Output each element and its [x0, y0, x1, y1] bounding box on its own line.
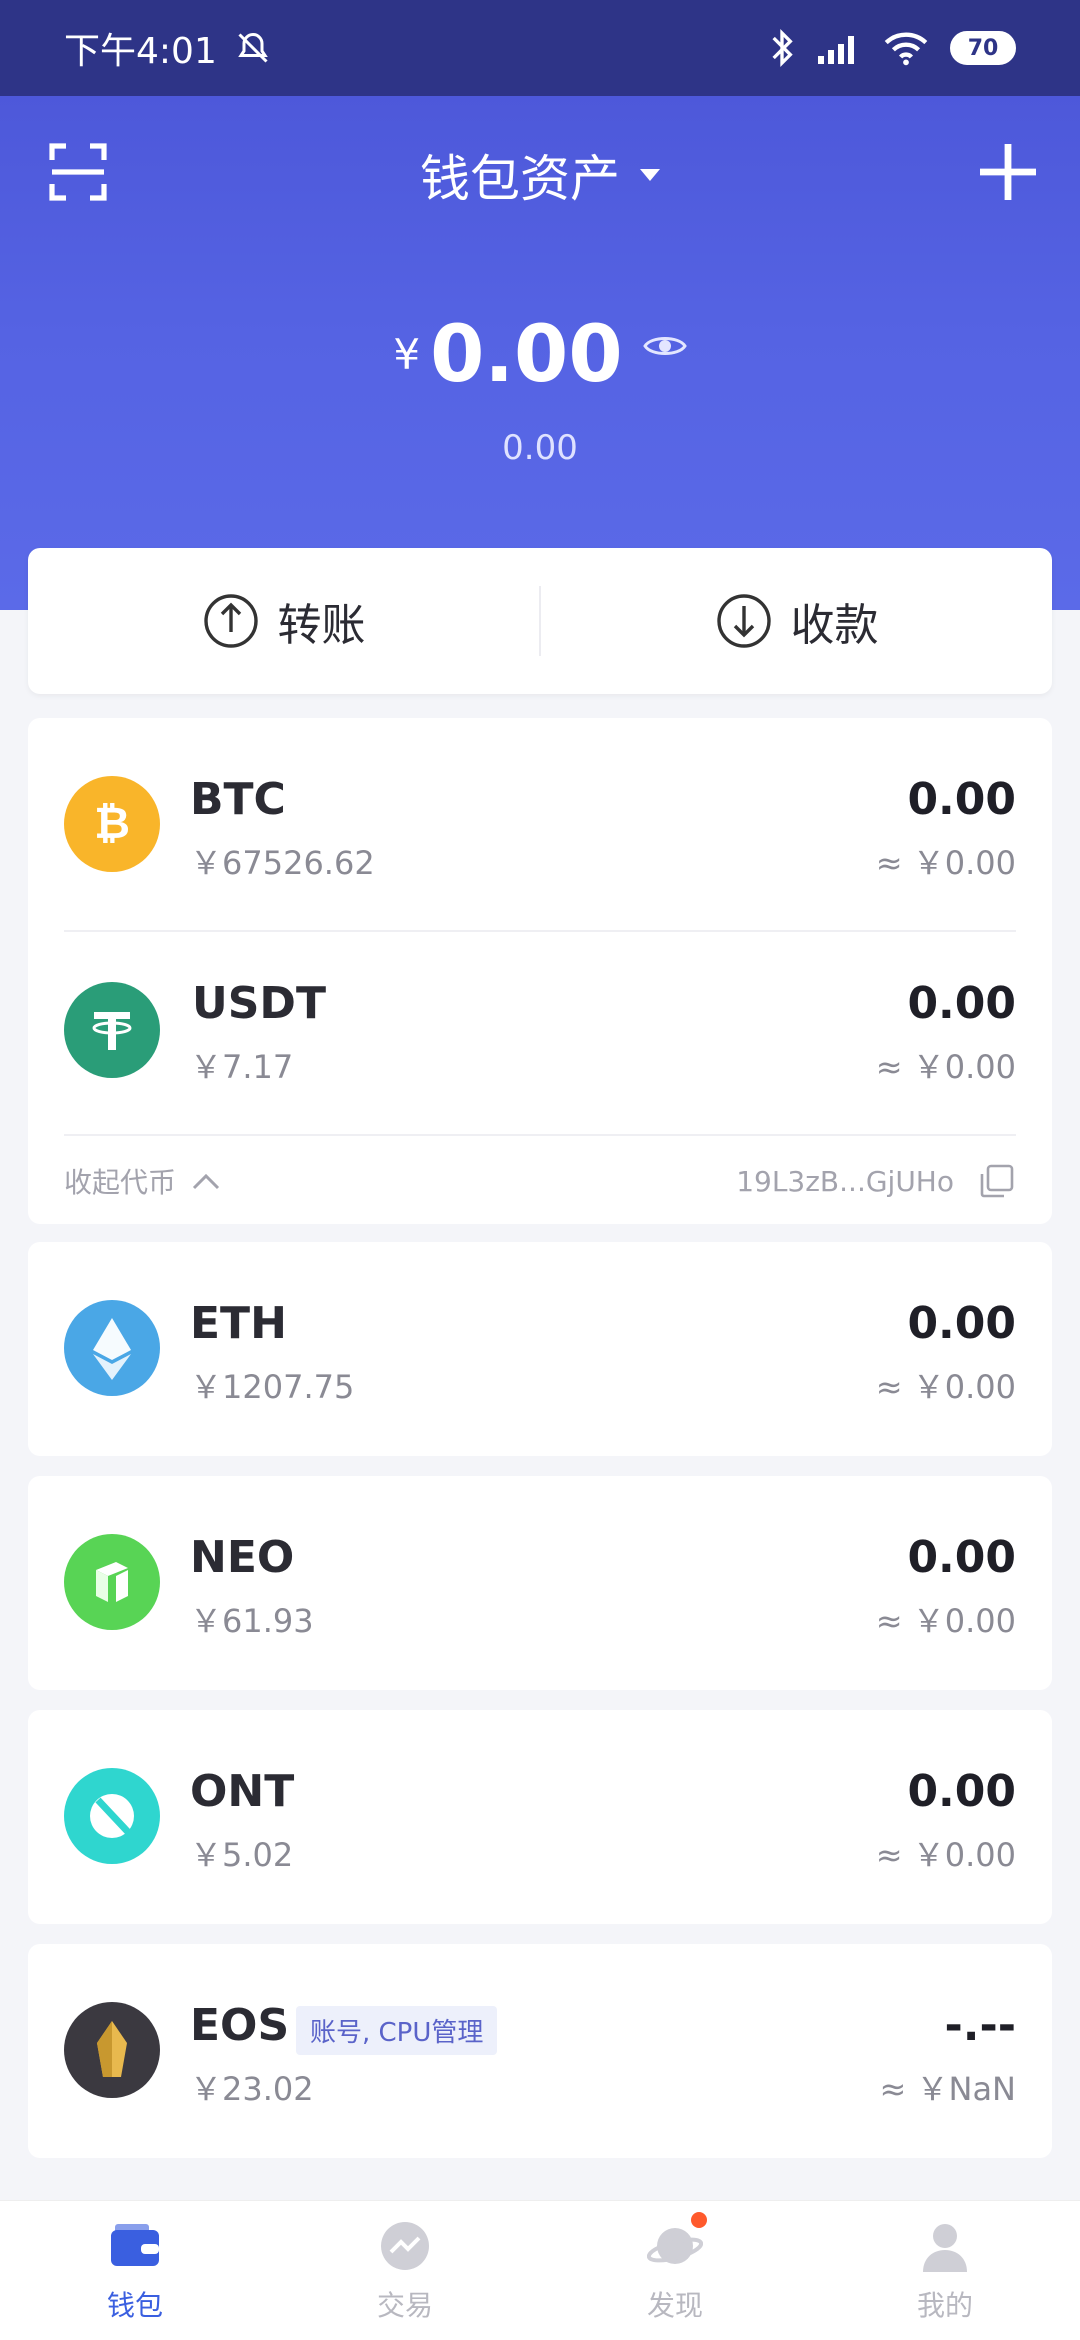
- tab-label: 钱包: [106, 2288, 163, 2322]
- coin-card-eos[interactable]: EOS 账号, CPU管理 ￥23.02 -.-- ≈ ￥NaN: [28, 1944, 1052, 2158]
- wifi-icon: [884, 32, 928, 66]
- battery-icon: 70: [950, 31, 1016, 65]
- coin-symbol: BTC: [190, 774, 286, 825]
- coin-value: ≈ ￥0.00: [875, 1368, 1016, 1406]
- eos-icon: [64, 2002, 160, 2098]
- coin-value: ≈ ￥NaN: [879, 2070, 1016, 2108]
- bluetooth-icon: [772, 28, 793, 68]
- coin-symbol: USDT: [192, 978, 326, 1029]
- btc-group-card: ₿ BTC ￥67526.62 0.00 ≈ ￥0.00 USDT ￥7.17 …: [28, 718, 1052, 1224]
- total-balance: ¥ 0.00 0.00: [0, 310, 1080, 468]
- tab-label: 发现: [646, 2288, 703, 2322]
- coin-price: ￥61.93: [190, 1602, 314, 1640]
- transfer-button[interactable]: 转账: [28, 548, 539, 694]
- download-arrow-icon: [716, 594, 771, 648]
- bottom-tab-bar: 钱包 交易 发现 我的: [0, 2200, 1080, 2340]
- planet-icon: [646, 2211, 707, 2274]
- tab-trade[interactable]: 交易: [270, 2201, 540, 2340]
- receive-button[interactable]: 收款: [541, 548, 1052, 694]
- collapse-tokens-button[interactable]: 收起代币: [64, 1161, 220, 1201]
- eye-icon[interactable]: [642, 332, 687, 360]
- svg-text:₿: ₿: [94, 798, 130, 849]
- upload-arrow-icon: [203, 594, 258, 648]
- notification-dot: [691, 2211, 707, 2228]
- action-card: 转账 收款: [28, 548, 1052, 694]
- eos-account-badge[interactable]: 账号, CPU管理: [296, 2006, 498, 2055]
- tab-wallet[interactable]: 钱包: [0, 2201, 270, 2340]
- coin-symbol: NEO: [190, 1532, 295, 1583]
- coin-card-eth[interactable]: ETH ￥1207.75 0.00 ≈ ￥0.00: [28, 1242, 1052, 1456]
- status-bar: 下午4:01 70: [0, 0, 1080, 96]
- battery-level: 70: [967, 35, 999, 61]
- coin-amount: -.--: [944, 2000, 1017, 2051]
- balance-sub: 0.00: [502, 428, 578, 468]
- coin-row-usdt[interactable]: USDT ￥7.17 0.00 ≈ ￥0.00: [28, 932, 1052, 1132]
- wallet-address: 19L3zB...GjUHo: [736, 1164, 954, 1198]
- status-time: 下午4:01: [64, 31, 217, 72]
- tab-label: 交易: [376, 2288, 433, 2322]
- coin-value: ≈ ￥0.00: [875, 1048, 1016, 1086]
- coin-amount: 0.00: [907, 1532, 1016, 1583]
- coin-value: ≈ ￥0.00: [875, 844, 1016, 882]
- bitcoin-icon: ₿: [64, 776, 160, 872]
- balance-amount: 0.00: [430, 310, 623, 400]
- coin-card-ont[interactable]: ONT ￥5.02 0.00 ≈ ￥0.00: [28, 1710, 1052, 1924]
- ethereum-icon: [64, 1300, 160, 1396]
- coin-amount: 0.00: [907, 1766, 1016, 1817]
- coin-amount: 0.00: [907, 1298, 1016, 1349]
- wallet-selector[interactable]: 钱包资产: [420, 139, 660, 211]
- receive-label: 收款: [790, 600, 879, 651]
- coin-price: ￥67526.62: [190, 844, 375, 882]
- user-icon: [923, 2223, 967, 2272]
- coin-price: ￥7.17: [190, 1048, 294, 1086]
- tab-discover[interactable]: 发现: [540, 2201, 810, 2340]
- coin-amount: 0.00: [907, 774, 1016, 825]
- transfer-label: 转账: [277, 600, 366, 651]
- coin-value: ≈ ￥0.00: [875, 1836, 1016, 1874]
- coin-price: ￥1207.75: [190, 1368, 355, 1406]
- coin-symbol: EOS: [190, 2000, 290, 2051]
- signal-icon: [818, 36, 854, 64]
- currency-symbol: ¥: [393, 330, 421, 379]
- coin-price: ￥23.02: [190, 2070, 314, 2108]
- tab-label: 我的: [916, 2288, 973, 2322]
- caret-down-icon: [640, 169, 660, 181]
- chevron-up-icon: [192, 1173, 220, 1190]
- top-bar: 钱包资产: [0, 130, 1080, 220]
- copy-icon[interactable]: [978, 1162, 1016, 1200]
- coin-card-neo[interactable]: NEO ￥61.93 0.00 ≈ ￥0.00: [28, 1476, 1052, 1690]
- coin-symbol: ETH: [190, 1298, 287, 1349]
- neo-icon: [64, 1534, 160, 1630]
- coin-symbol: ONT: [190, 1766, 295, 1817]
- wallet-title: 钱包资产: [420, 150, 620, 208]
- wallet-icon: [111, 2223, 159, 2266]
- coin-row-btc[interactable]: ₿ BTC ￥67526.62 0.00 ≈ ￥0.00: [28, 718, 1052, 928]
- notification-mute-icon: [238, 32, 268, 63]
- collapse-label: 收起代币: [64, 1166, 177, 1199]
- trade-chart-icon: [381, 2221, 429, 2270]
- scan-icon[interactable]: [48, 142, 108, 202]
- coin-price: ￥5.02: [190, 1836, 294, 1874]
- tab-me[interactable]: 我的: [810, 2201, 1080, 2340]
- coin-amount: 0.00: [907, 978, 1016, 1029]
- collapse-bar: 收起代币 19L3zB...GjUHo: [28, 1136, 1052, 1226]
- plus-icon[interactable]: [976, 140, 1040, 204]
- coin-value: ≈ ￥0.00: [875, 1602, 1016, 1640]
- ont-icon: [64, 1768, 160, 1864]
- tether-icon: [64, 982, 160, 1078]
